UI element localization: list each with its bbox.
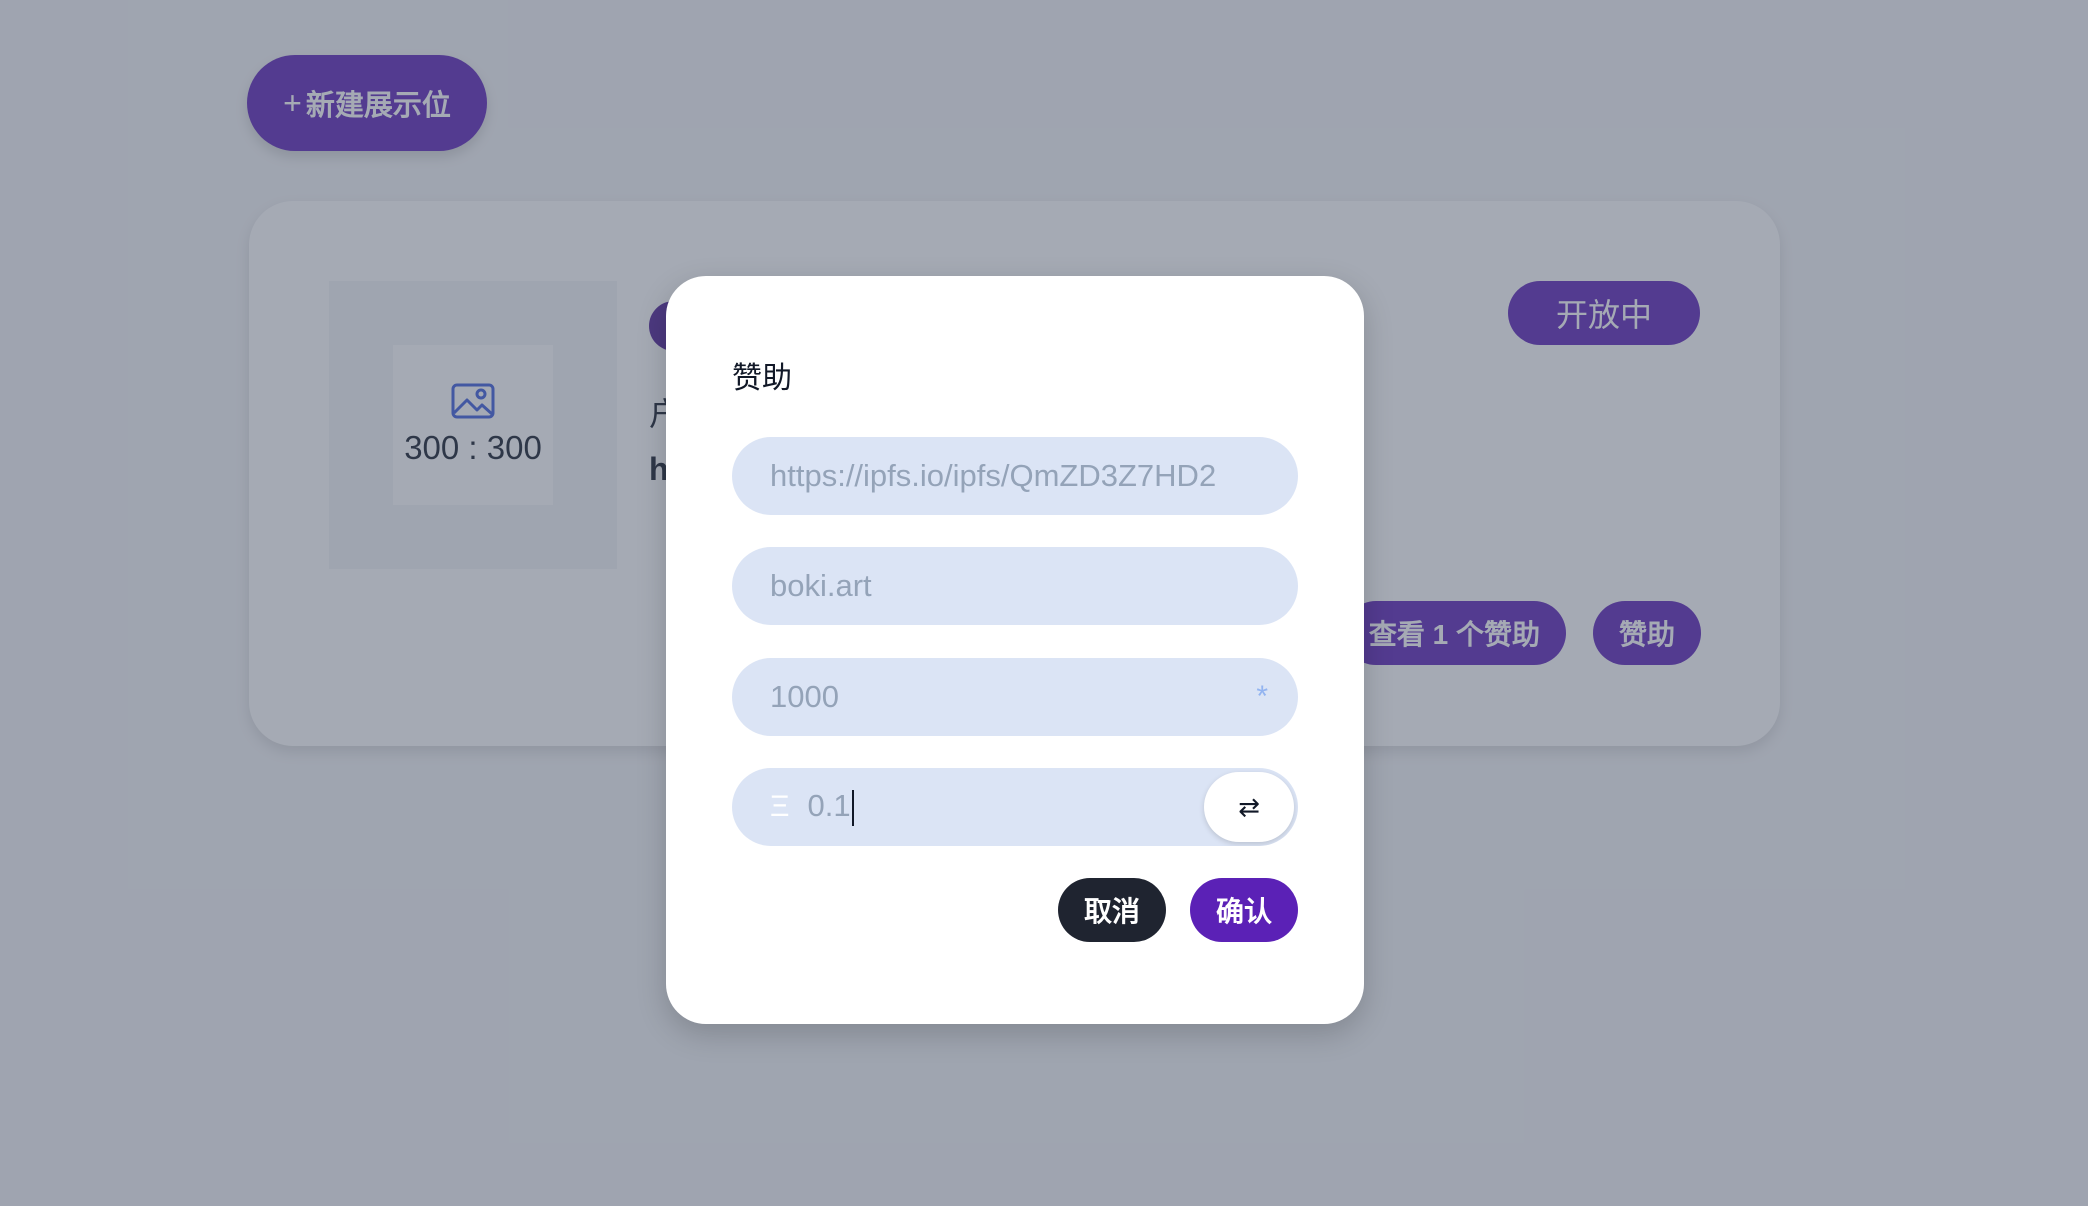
text-caret <box>851 789 854 826</box>
modal-title: 赞助 <box>732 362 792 395</box>
sponsor-modal: 赞助 https://ipfs.io/ipfs/QmZD3Z7HD2 boki.… <box>666 276 1364 1024</box>
swap-currency-button[interactable]: ⇄ <box>1204 772 1294 842</box>
confirm-button[interactable]: 确认 <box>1190 878 1298 942</box>
eth-amount-value: 0.1 <box>807 788 851 824</box>
required-asterisk-icon: * <box>1256 680 1268 713</box>
cancel-button[interactable]: 取消 <box>1058 878 1166 942</box>
eth-icon: Ξ <box>770 790 790 823</box>
link-input[interactable]: boki.art <box>732 547 1298 625</box>
amount-input[interactable]: 1000 * <box>732 658 1298 736</box>
image-url-input[interactable]: https://ipfs.io/ipfs/QmZD3Z7HD2 <box>732 437 1298 515</box>
swap-icon: ⇄ <box>1238 791 1260 822</box>
link-value: boki.art <box>770 568 872 603</box>
image-url-value: https://ipfs.io/ipfs/QmZD3Z7HD2 <box>770 458 1217 493</box>
amount-value: 1000 <box>770 679 839 714</box>
eth-amount-input[interactable]: Ξ 0.1 ⇄ <box>732 768 1298 846</box>
